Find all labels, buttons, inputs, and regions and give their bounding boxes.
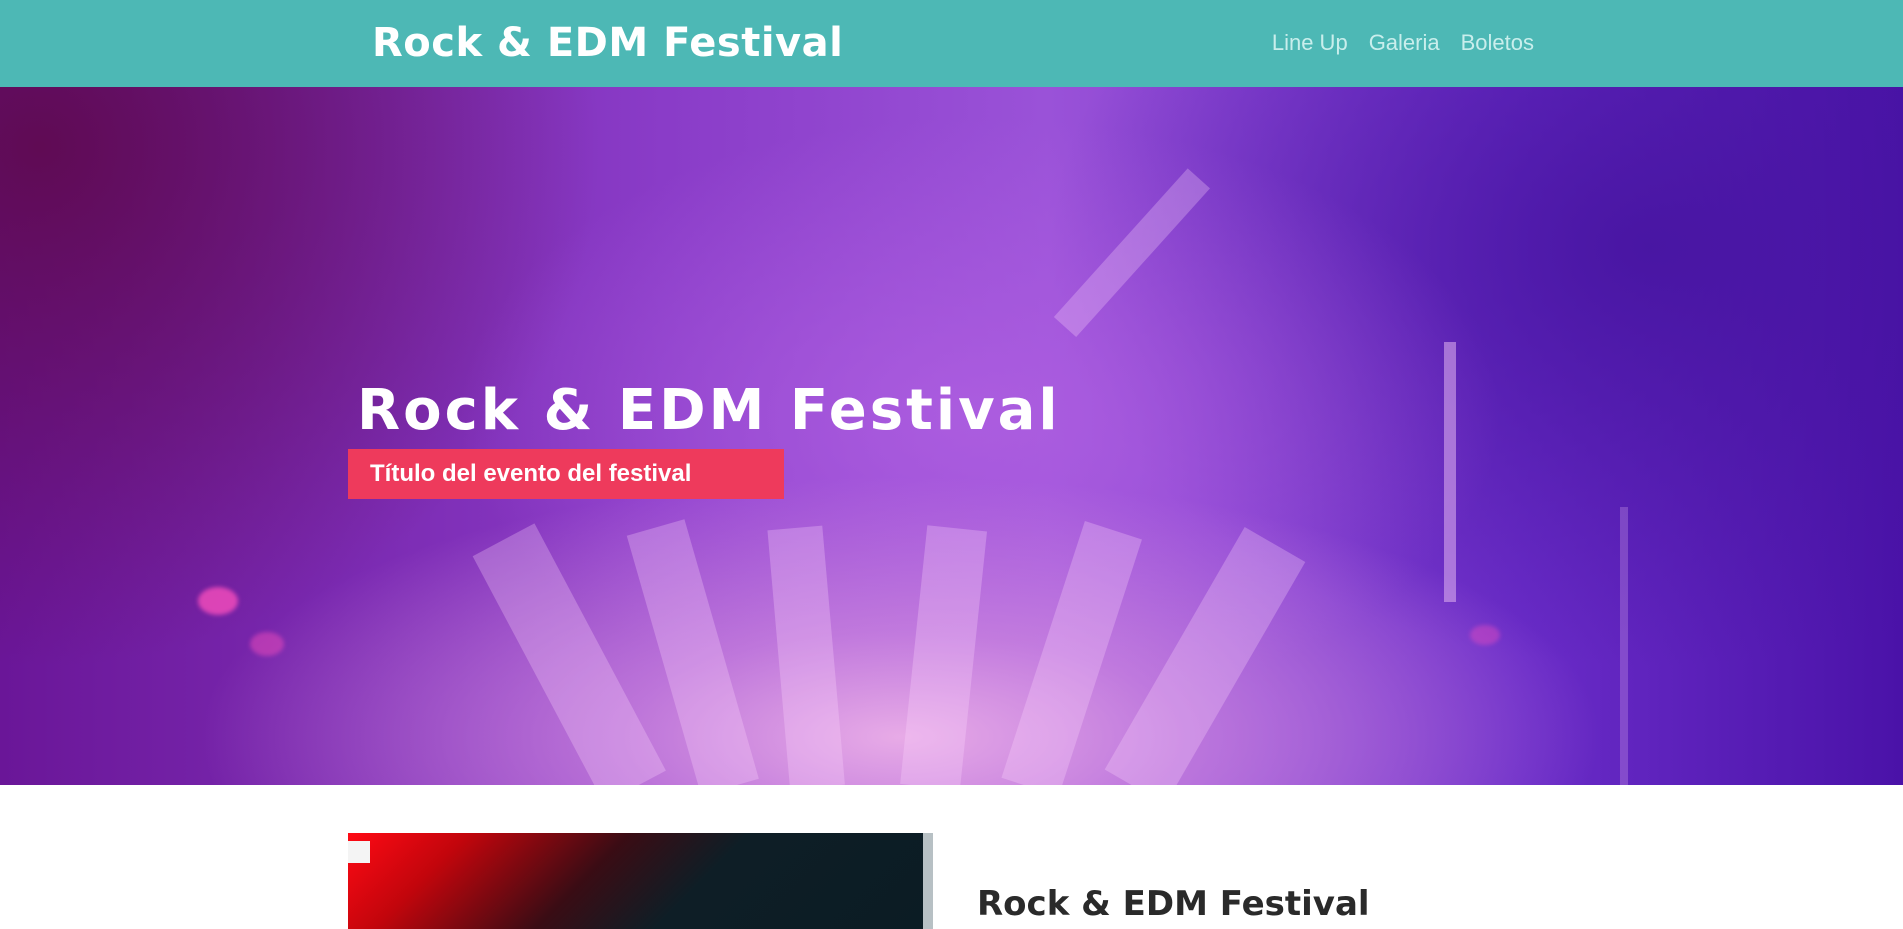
nav-link-lineup[interactable]: Line Up [1272,27,1348,59]
section-title: Rock & EDM Festival [977,884,1370,924]
nav-link-boletos[interactable]: Boletos [1461,27,1534,59]
nav-link-galeria[interactable]: Galeria [1369,27,1440,59]
hero-banner: Rock & EDM Festival Título del evento de… [0,87,1903,785]
featured-image [348,833,933,929]
hero-subtitle-banner: Título del evento del festival [348,449,784,499]
top-navbar: Rock & EDM Festival Line Up Galeria Bole… [0,0,1903,87]
site-brand[interactable]: Rock & EDM Festival [372,14,843,72]
hero-title: Rock & EDM Festival [357,378,1061,443]
main-nav: Line Up Galeria Boletos [1272,27,1534,59]
image-highlight [348,841,370,863]
